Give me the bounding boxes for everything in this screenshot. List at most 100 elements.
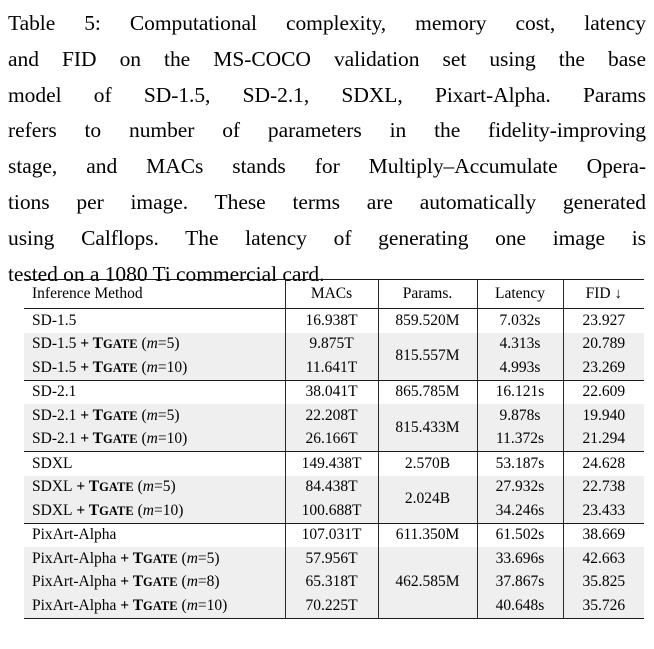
plus-sign: + (76, 406, 93, 424)
table-row: SDXL 149.438T 2.570B 53.187s 24.628 (24, 452, 644, 476)
cell-latency: 40.648s (476, 594, 563, 618)
plus-sign: + (76, 358, 93, 376)
cell-inference-method: SDXL (24, 452, 285, 476)
tgate-initial: T (92, 358, 104, 376)
m-parameter: (m=5) (133, 478, 176, 496)
method-base-name: PixArt-Alpha (32, 526, 117, 544)
tgate-label: TGATE (133, 550, 178, 567)
tgate-label: TGATE (89, 502, 134, 519)
table-row: SD-1.5 + TGATE (m=10) 11.641T 4.993s 23.269 (24, 356, 644, 380)
m-symbol: m (146, 406, 158, 424)
cell-macs: 11.641T (284, 356, 378, 380)
cell-inference-method: PixArt-Alpha + TGATE (m=10) (24, 594, 285, 618)
plus-sign: + (76, 430, 93, 448)
plus-sign: + (116, 596, 133, 614)
cell-fid: 38.669 (562, 523, 644, 547)
table-caption: Table 5: Computational complexity, memor… (8, 6, 646, 292)
cell-macs: 22.208T (284, 404, 378, 428)
cell-fid: 19.940 (562, 404, 644, 428)
rule-line (24, 617, 644, 619)
tgate-smallcaps: GATE (99, 503, 134, 518)
table-row: PixArt-Alpha 107.031T 611.350M 61.502s 38.66… (24, 523, 644, 547)
cell-macs: 100.688T (284, 499, 378, 523)
cell-params: 2.570B (377, 452, 477, 476)
method-base-name: SDXL (32, 501, 73, 519)
cell-latency: 9.878s (476, 404, 563, 428)
m-symbol: m (142, 501, 154, 519)
cell-inference-method: PixArt-Alpha + TGATE (m=5) (24, 547, 285, 571)
cell-fid: 20.789 (562, 332, 644, 356)
m-symbol: m (186, 573, 198, 591)
table-header-row: Inference Method MACs Params. Latency FID ↓ (24, 280, 644, 309)
m-parameter: (m=10) (133, 501, 184, 519)
caption-line: tions per image. These terms are automat… (8, 189, 646, 214)
m-parameter: (m=10) (137, 358, 188, 376)
cell-params-merged: 815.557M (377, 332, 477, 380)
caption-line: stage, and MACs stands for Multiply–Accu… (8, 154, 646, 179)
cell-latency: 16.121s (476, 380, 563, 404)
plus-sign: + (72, 501, 89, 519)
caption-line: model of SD-1.5, SD-2.1, SDXL, Pixart-Al… (8, 82, 646, 107)
cell-fid: 35.825 (562, 570, 644, 594)
table-body: Inference Method MACs Params. Latency FID ↓ S… (24, 279, 644, 619)
plus-sign: + (116, 549, 133, 567)
cell-latency: 27.932s (476, 475, 563, 499)
cell-fid: 35.726 (562, 594, 644, 618)
table-row: PixArt-Alpha + TGATE (m=10) 70.225T 40.648… (24, 594, 644, 618)
header-latency: Latency (476, 280, 563, 309)
method-base-name: SD-1.5 (32, 358, 77, 376)
m-symbol: m (186, 549, 198, 567)
cell-latency: 53.187s (476, 452, 563, 476)
plus-sign: + (116, 573, 133, 591)
cell-fid: 23.927 (562, 309, 644, 333)
plus-sign: + (76, 335, 93, 353)
cell-fid: 21.294 (562, 427, 644, 452)
tgate-smallcaps: GATE (99, 480, 134, 495)
tgate-initial: T (132, 596, 144, 614)
tgate-initial: T (132, 573, 144, 591)
m-symbol: m (142, 478, 154, 496)
table-row: SD-2.1 + TGATE (m=10) 26.166T 11.372s 21.29… (24, 427, 644, 452)
cell-params-merged: 2.024B (377, 475, 477, 523)
tgate-label: TGATE (133, 573, 178, 590)
cell-latency: 7.032s (476, 309, 563, 333)
m-symbol: m (146, 335, 158, 353)
tgate-smallcaps: GATE (103, 432, 138, 447)
method-base-name: SD-1.5 (32, 311, 77, 329)
tgate-smallcaps: GATE (143, 575, 178, 590)
cell-params: 611.350M (377, 523, 477, 547)
plus-sign: + (72, 478, 89, 496)
cell-latency: 61.502s (476, 523, 563, 547)
tgate-smallcaps: GATE (103, 408, 138, 423)
caption-line: and FID on the MS-COCO validation set us… (8, 46, 646, 71)
caption-line: Table 5: Computational complexity, memor… (8, 11, 646, 35)
table-row: SD-2.1 + TGATE (m=5) 22.208T 815.433M 9.878… (24, 404, 644, 452)
cell-macs: 57.956T (284, 547, 378, 571)
cell-macs: 38.041T (284, 380, 378, 404)
cell-fid: 23.433 (562, 499, 644, 523)
method-base-name: PixArt-Alpha (32, 549, 117, 567)
m-parameter: (m=5) (177, 549, 220, 567)
cell-macs: 26.166T (284, 427, 378, 452)
tgate-smallcaps: GATE (143, 551, 178, 566)
tgate-label: TGATE (93, 407, 138, 424)
cell-latency: 4.993s (476, 356, 563, 380)
tgate-initial: T (88, 501, 100, 519)
cell-inference-method: SDXL + TGATE (m=5) (24, 475, 285, 499)
cell-macs: 65.318T (284, 570, 378, 594)
cell-latency: 4.313s (476, 332, 563, 356)
cell-inference-method: SD-1.5 (24, 309, 285, 333)
cell-latency: 34.246s (476, 499, 563, 523)
cell-inference-method: SD-2.1 + TGATE (m=10) (24, 427, 285, 452)
tgate-smallcaps: GATE (143, 598, 178, 613)
table-row: SD-1.5 + TGATE (m=5) 9.875T 815.557M 4.313s… (24, 332, 644, 380)
m-parameter: (m=5) (137, 406, 180, 424)
tgate-label: TGATE (89, 478, 134, 495)
method-base-name: SDXL (32, 454, 73, 472)
method-base-name: SD-1.5 (32, 335, 77, 353)
cell-inference-method: SDXL + TGATE (m=10) (24, 499, 285, 523)
tgate-label: TGATE (133, 597, 178, 614)
m-parameter: (m=10) (177, 596, 228, 614)
cell-params: 865.785M (377, 380, 477, 404)
cell-macs: 9.875T (284, 332, 378, 356)
